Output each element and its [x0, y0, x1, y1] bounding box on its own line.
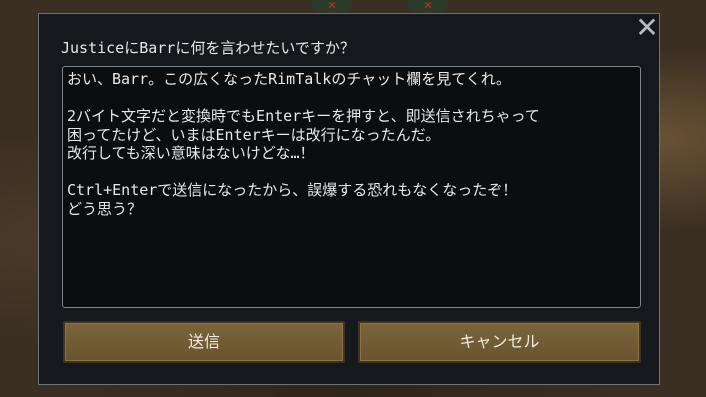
dialog-prompt: JusticeにBarrに何を言わせたいですか？ [61, 39, 355, 57]
pawn-right: ✕ [408, 0, 448, 12]
pawn-marker-icon: ✕ [423, 0, 433, 12]
send-button[interactable]: 送信 [63, 321, 345, 363]
close-icon[interactable]: ✕ [635, 14, 659, 42]
pawn-left: ✕ [312, 0, 352, 12]
message-textarea[interactable]: おい、Barr。この広くなったRimTalkのチャット欄を見てくれ。 2バイト文… [62, 66, 641, 308]
pawn-marker-icon: ✕ [327, 0, 337, 12]
cancel-button[interactable]: キャンセル [358, 321, 641, 363]
talk-dialog: ✕ JusticeにBarrに何を言わせたいですか？ おい、Barr。この広くな… [38, 13, 660, 385]
